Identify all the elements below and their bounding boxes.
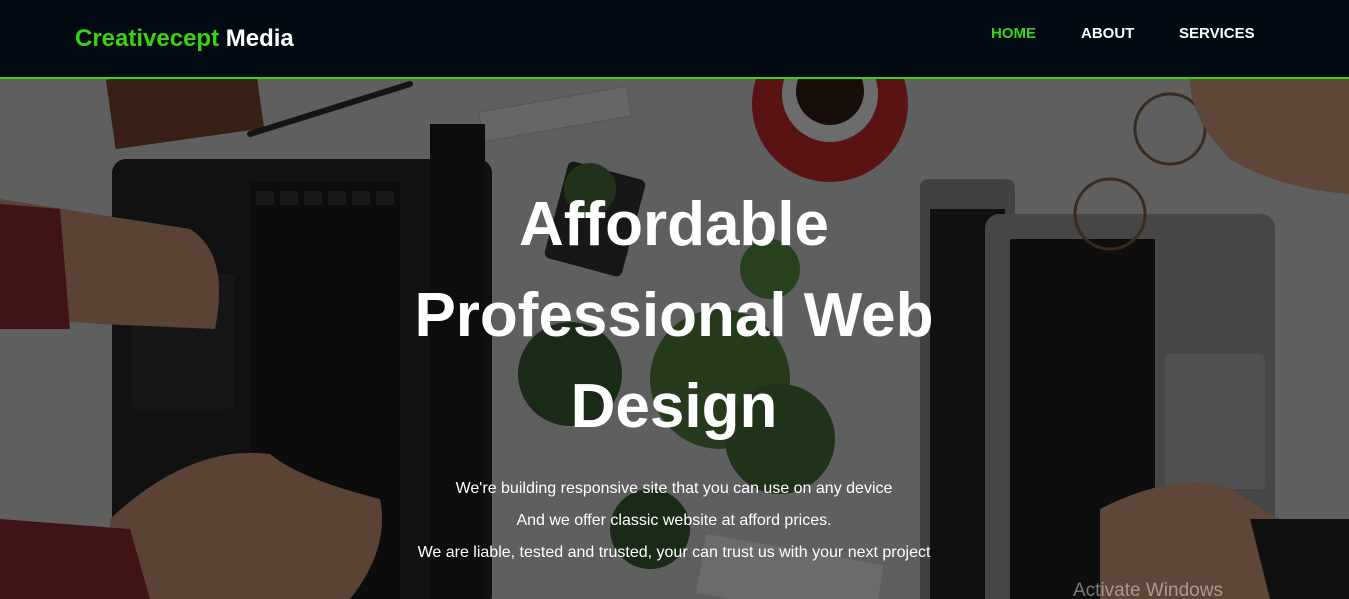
hero-description-line-3: We are liable, tested and trusted, your …: [417, 544, 931, 561]
page: Creativecept Media HOME ABOUT SERVICES A…: [0, 0, 1349, 599]
activate-windows-watermark: Activate Windows: [1073, 580, 1223, 599]
brand-name-accent: Creativecept: [75, 25, 220, 52]
hero-title: Affordable Professional Web Design: [374, 179, 974, 452]
hero-title-line-2: Professional Web: [414, 281, 934, 350]
nav-link-about[interactable]: ABOUT: [1081, 24, 1134, 44]
nav-link-home[interactable]: HOME: [991, 24, 1036, 44]
hero-title-line-1: Affordable: [519, 190, 829, 259]
hero-description-line-1: We're building responsive site that you …: [455, 480, 893, 497]
navbar: Creativecept Media HOME ABOUT SERVICES: [0, 0, 1349, 79]
hero-description: We're building responsive site that you …: [274, 473, 1074, 569]
hero-title-line-3: Design: [570, 372, 778, 441]
hero-description-line-2: And we offer classic website at afford p…: [516, 512, 832, 529]
brand-name-white: Media: [225, 25, 294, 52]
hero-section: Affordable Professional Web Design We're…: [0, 79, 1349, 599]
nav-link-services[interactable]: SERVICES: [1179, 24, 1255, 44]
brand-logo[interactable]: Creativecept Media: [75, 25, 294, 53]
